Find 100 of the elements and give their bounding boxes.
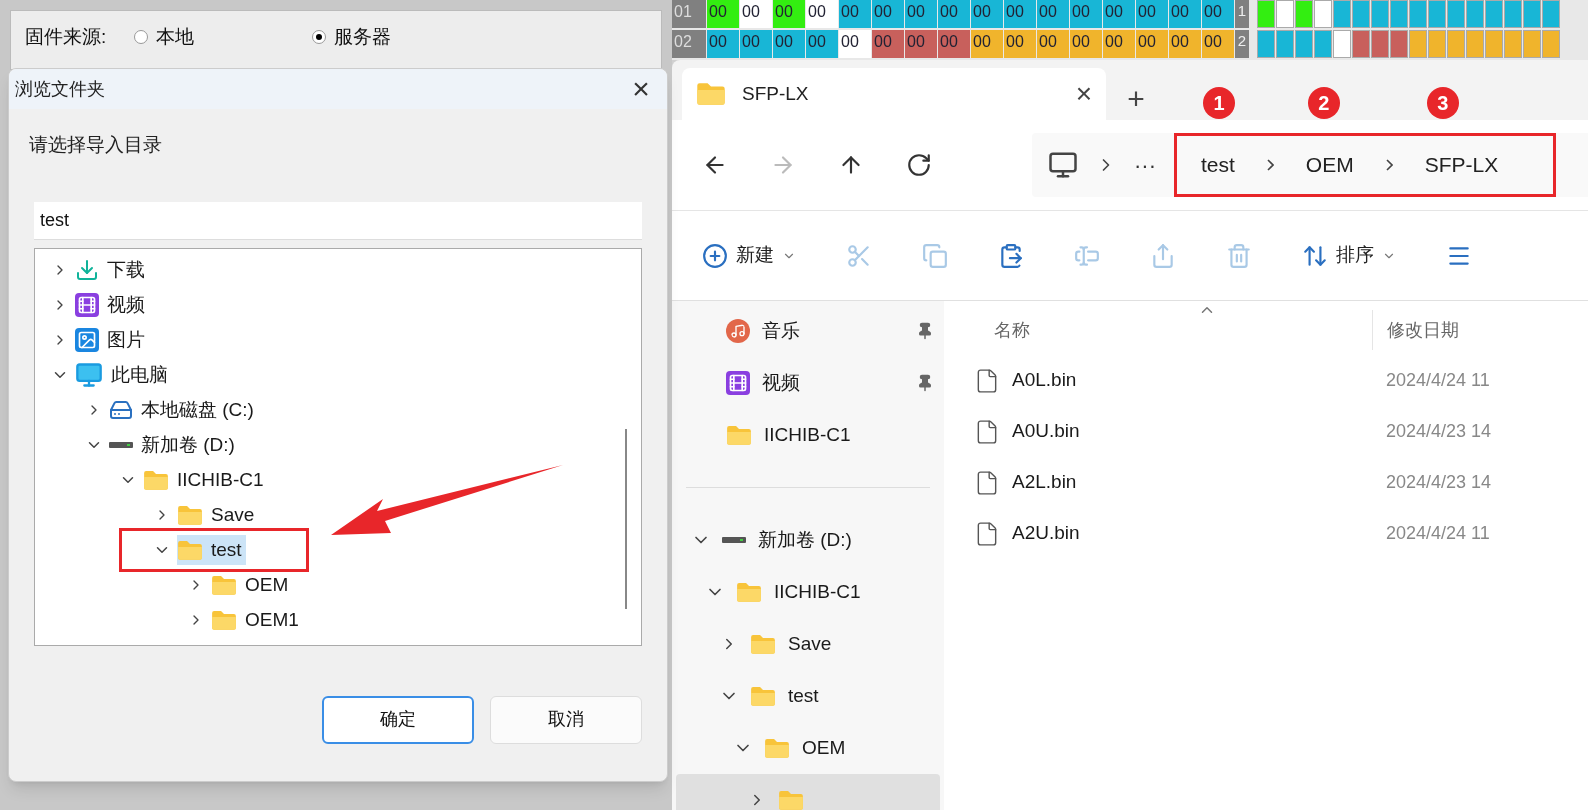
tree-item[interactable]: 此电脑	[75, 360, 172, 390]
folder-icon	[750, 685, 776, 707]
color-swatch	[1466, 0, 1484, 28]
folder-icon	[696, 82, 726, 106]
hex-cell: 00	[1136, 30, 1168, 58]
modified-date: 2024/4/24 11	[1385, 522, 1490, 545]
number-badge: 2	[1307, 87, 1340, 120]
new-button[interactable]: 新建	[702, 241, 796, 270]
column-header[interactable]: 名称	[944, 316, 1372, 344]
tree-item[interactable]: test	[177, 535, 246, 565]
tree-item[interactable]: 新加卷 (D:)	[109, 430, 239, 460]
ok-button[interactable]: 确定	[322, 695, 474, 744]
tree-item[interactable]: OEM	[211, 570, 293, 600]
column-header[interactable]: 修改日期	[1372, 310, 1459, 350]
computer-icon	[75, 361, 103, 389]
breadcrumb[interactable]: OEM	[1305, 153, 1354, 177]
tree-item[interactable]: 视频	[75, 290, 149, 320]
overflow-button[interactable]: ···	[1134, 148, 1156, 182]
radio-option[interactable]: 服务器	[312, 23, 392, 52]
file-name[interactable]: A0L.bin	[1012, 366, 1077, 395]
modified-date: 2024/4/23 14	[1385, 471, 1492, 494]
radio-option[interactable]: 本地	[134, 23, 285, 52]
close-button[interactable]: ×	[621, 71, 661, 107]
color-swatch	[1257, 0, 1275, 28]
breadcrumb[interactable]: test	[1201, 153, 1235, 177]
color-swatch	[1295, 30, 1313, 58]
video-icon	[726, 371, 750, 395]
breadcrumb[interactable]: SFP-LX	[1424, 153, 1499, 177]
hex-cell: 00	[806, 30, 838, 58]
new-tab-button[interactable]: +	[1116, 76, 1156, 120]
sort-button[interactable]: 排序	[1302, 241, 1396, 270]
color-swatch	[1295, 0, 1313, 28]
separator-icon	[1266, 159, 1274, 171]
hex-cell: 00	[938, 30, 970, 58]
folder-icon	[778, 789, 804, 810]
color-swatch	[1390, 0, 1408, 28]
tree-item[interactable]: IICHIB-C1	[143, 465, 268, 495]
new-icon	[702, 242, 728, 269]
nav-label: OEM	[802, 735, 846, 760]
tree-item[interactable]: 下载	[75, 255, 149, 285]
quick-access-item[interactable]: 视频	[672, 357, 944, 409]
refresh-button[interactable]	[906, 152, 932, 178]
nav-tree-item[interactable]: Save	[676, 618, 940, 670]
file-name[interactable]: A0U.bin	[1012, 417, 1080, 446]
cancel-button[interactable]: 取消	[490, 695, 642, 744]
tab-close-button[interactable]: ×	[1075, 73, 1092, 115]
modified-date: 2024/4/24 11	[1385, 369, 1490, 392]
paste-icon[interactable]	[998, 242, 1024, 269]
nav-tree-item[interactable]: 新加卷 (D:)	[676, 514, 940, 566]
hex-cell: 00	[740, 0, 772, 28]
quick-access-item[interactable]: 音乐	[672, 305, 944, 357]
nav-tree-item[interactable]: test	[676, 670, 940, 722]
nav-label: test	[788, 683, 819, 708]
quick-access-item[interactable]: IICHIB-C1	[672, 409, 944, 461]
dialog-title: 浏览文件夹	[15, 77, 105, 101]
color-swatch	[1352, 30, 1370, 58]
drive-icon	[109, 398, 133, 422]
file-name[interactable]: A2U.bin	[1012, 519, 1080, 548]
color-swatch	[1447, 30, 1465, 58]
folder-icon	[211, 609, 237, 631]
hex-cell: 00	[707, 30, 739, 58]
tree-item[interactable]: OEM1	[211, 605, 303, 635]
color-swatch	[1333, 30, 1351, 58]
hex-cell: 00	[1004, 0, 1036, 28]
color-swatch	[1504, 30, 1522, 58]
path-field[interactable]: test	[34, 201, 642, 240]
radio-button[interactable]	[134, 30, 149, 45]
hex-cell: 00	[707, 0, 739, 28]
computer-icon[interactable]	[1048, 150, 1078, 180]
color-swatch	[1333, 0, 1351, 28]
color-swatch	[1428, 0, 1446, 28]
hex-cell: 00	[773, 30, 805, 58]
source-label: 固件来源:	[25, 25, 107, 49]
nav-tree-item[interactable]: OEM	[676, 722, 940, 774]
color-swatch	[1485, 30, 1503, 58]
hex-cell: 00	[740, 30, 772, 58]
color-swatch	[1371, 0, 1389, 28]
file-name[interactable]: A2L.bin	[1012, 468, 1077, 497]
hex-cell: 00	[839, 30, 871, 58]
hex-cell: 00	[872, 30, 904, 58]
tree-item[interactable]: 图片	[75, 325, 149, 355]
folder-icon	[177, 539, 203, 561]
explorer-tab[interactable]: SFP-LX ×	[682, 68, 1106, 120]
color-swatch	[1257, 30, 1275, 58]
folder-icon	[750, 633, 776, 655]
radio-button[interactable]	[312, 30, 327, 45]
folder-icon	[143, 469, 169, 491]
drive-icon	[722, 536, 746, 544]
tree-item[interactable]: Save	[177, 500, 259, 530]
tree-item[interactable]: 本地磁盘 (C:)	[109, 395, 258, 425]
hex-cell: 00	[1037, 0, 1069, 28]
hex-cell: 00	[773, 0, 805, 28]
folder-icon	[211, 574, 237, 596]
hex-cell: 00	[1169, 0, 1201, 28]
color-swatch	[1523, 30, 1541, 58]
color-swatch	[1447, 0, 1465, 28]
hex-cell: 00	[1070, 30, 1102, 58]
download-icon	[75, 258, 99, 282]
color-swatch	[1409, 30, 1427, 58]
nav-tree-item[interactable]: IICHIB-C1	[676, 566, 940, 618]
